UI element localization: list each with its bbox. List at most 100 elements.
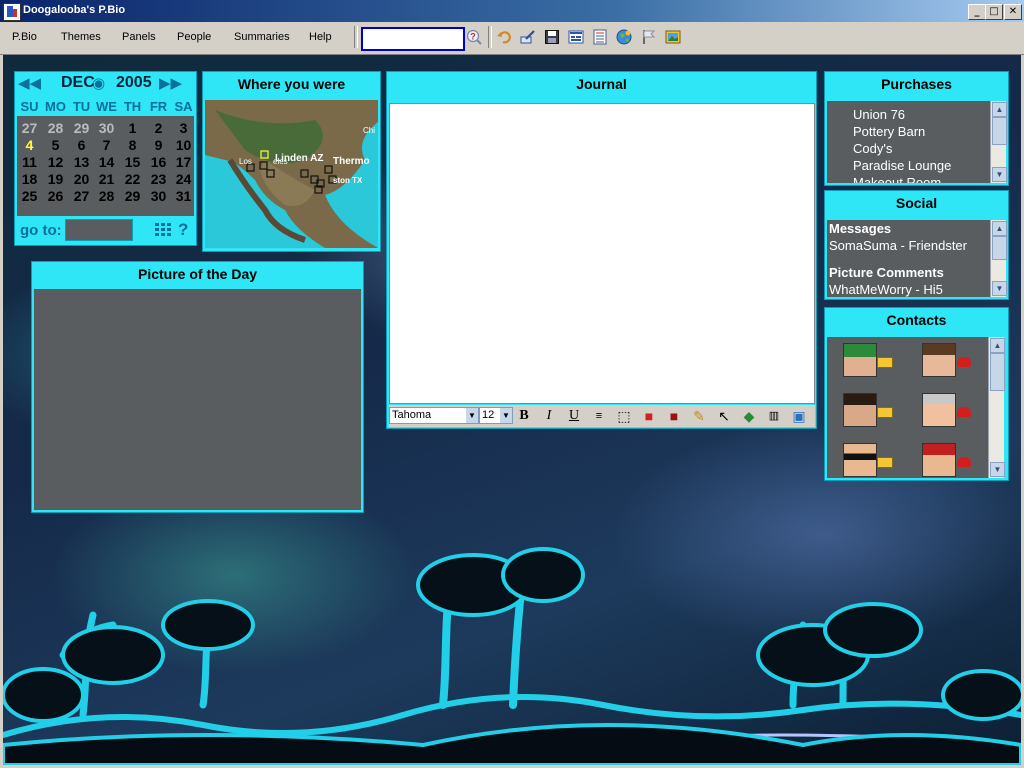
- calendar-day[interactable]: 21: [94, 171, 119, 187]
- avatar[interactable]: [843, 343, 877, 377]
- scroll-up-icon[interactable]: ▲: [990, 338, 1005, 353]
- grid-view-icon[interactable]: [155, 223, 171, 237]
- cursor-icon[interactable]: ↖: [714, 407, 734, 425]
- calendar-day-today[interactable]: 4: [17, 137, 42, 153]
- scroll-down-icon[interactable]: ▼: [992, 281, 1007, 296]
- calendar-day[interactable]: 14: [94, 154, 119, 170]
- insert-image-icon[interactable]: ▣: [789, 407, 809, 425]
- purchase-item[interactable]: Cody's: [853, 141, 892, 156]
- scroll-thumb[interactable]: [992, 117, 1007, 145]
- italic-button[interactable]: I: [539, 407, 559, 425]
- calendar-help-button[interactable]: ?: [178, 220, 188, 240]
- scroll-thumb[interactable]: [992, 236, 1007, 260]
- avatar[interactable]: [922, 343, 956, 377]
- menu-summaries[interactable]: Summaries: [234, 31, 290, 43]
- social-scrollbar[interactable]: ▲ ▼: [990, 220, 1007, 297]
- font-select[interactable]: Tahoma ▼: [389, 407, 479, 424]
- menu-pbio[interactable]: P.Bio: [12, 31, 37, 43]
- calendar-day[interactable]: 25: [17, 188, 42, 204]
- calendar-day[interactable]: 3: [171, 120, 196, 136]
- purchase-item[interactable]: Makeout Room: [853, 175, 941, 183]
- select-box-icon[interactable]: ⬚: [614, 407, 634, 425]
- location-map[interactable]: Linden AZ Thermo Los eles ston TX Chi: [205, 100, 378, 248]
- message-item[interactable]: SomaSuma - Friendster: [829, 238, 967, 253]
- phone-icon[interactable]: [957, 457, 971, 467]
- highlight-icon[interactable]: ■: [664, 407, 684, 425]
- calendar-prev-button[interactable]: ◀◀: [18, 74, 41, 92]
- menu-people[interactable]: People: [177, 31, 211, 43]
- calendar-day[interactable]: 30: [146, 188, 171, 204]
- calendar-day[interactable]: 1: [120, 120, 145, 136]
- calendar-day[interactable]: 23: [146, 171, 171, 187]
- email-icon[interactable]: [877, 457, 893, 468]
- calendar-icon[interactable]: [592, 29, 608, 45]
- purchase-item[interactable]: Union 76: [853, 107, 905, 122]
- calendar-day[interactable]: 15: [120, 154, 145, 170]
- font-size-select[interactable]: 12 ▼: [479, 407, 513, 424]
- globe-icon[interactable]: [616, 29, 632, 45]
- calendar-day[interactable]: 22: [120, 171, 145, 187]
- purchase-item[interactable]: Pottery Barn: [853, 124, 925, 139]
- save-icon[interactable]: [544, 29, 560, 45]
- strikethrough-icon[interactable]: ≡: [589, 407, 609, 425]
- calendar-next-button[interactable]: ▶▶: [159, 74, 182, 92]
- calendar-day[interactable]: 17: [171, 154, 196, 170]
- menu-panels[interactable]: Panels: [122, 31, 156, 43]
- calendar-day-other-month[interactable]: 30: [94, 120, 119, 136]
- calendar-day[interactable]: 28: [94, 188, 119, 204]
- undo-icon[interactable]: [496, 29, 512, 45]
- contacts-scrollbar[interactable]: ▲ ▼: [988, 337, 1005, 478]
- underline-button[interactable]: U: [564, 407, 584, 425]
- picture-icon[interactable]: [665, 29, 681, 45]
- minimize-button[interactable]: _: [968, 4, 986, 20]
- calendar-month[interactable]: DEC: [61, 74, 95, 92]
- email-icon[interactable]: [877, 357, 893, 368]
- calendar-year[interactable]: 2005: [116, 74, 152, 92]
- calendar-day[interactable]: 29: [120, 188, 145, 204]
- scroll-down-icon[interactable]: ▼: [990, 462, 1005, 477]
- calendar-day[interactable]: 16: [146, 154, 171, 170]
- phone-icon[interactable]: [957, 357, 971, 367]
- search-input[interactable]: [361, 27, 465, 51]
- pencil-icon[interactable]: ✎: [689, 407, 709, 425]
- menu-themes[interactable]: Themes: [61, 31, 101, 43]
- email-icon[interactable]: [877, 407, 893, 418]
- scroll-up-icon[interactable]: ▲: [992, 221, 1007, 236]
- avatar[interactable]: [922, 393, 956, 427]
- text-color-icon[interactable]: ■: [639, 407, 659, 425]
- calendar-day[interactable]: 13: [69, 154, 94, 170]
- edit-icon[interactable]: [520, 29, 536, 45]
- calendar-day[interactable]: 19: [43, 171, 68, 187]
- calendar-day-other-month[interactable]: 29: [69, 120, 94, 136]
- emoticon-icon[interactable]: ◆: [739, 407, 759, 425]
- calendar-day[interactable]: 2: [146, 120, 171, 136]
- scroll-down-icon[interactable]: ▼: [992, 167, 1007, 182]
- menu-help[interactable]: Help: [309, 31, 332, 43]
- phone-icon[interactable]: [957, 407, 971, 417]
- picture-area[interactable]: [34, 289, 361, 510]
- calendar-day[interactable]: 9: [146, 137, 171, 153]
- scroll-up-icon[interactable]: ▲: [992, 102, 1007, 117]
- calendar-day[interactable]: 26: [43, 188, 68, 204]
- app-icon[interactable]: [3, 3, 21, 21]
- calendar-today-icon[interactable]: ◉: [92, 74, 105, 92]
- layout-icon[interactable]: [568, 29, 584, 45]
- maximize-button[interactable]: □: [985, 4, 1003, 20]
- calendar-day-other-month[interactable]: 28: [43, 120, 68, 136]
- table-icon[interactable]: ▥: [764, 407, 784, 425]
- calendar-day[interactable]: 20: [69, 171, 94, 187]
- calendar-day[interactable]: 11: [17, 154, 42, 170]
- search-help-icon[interactable]: ?: [466, 29, 482, 45]
- comment-item[interactable]: WhatMeWorry - Hi5: [829, 282, 943, 297]
- purchase-item[interactable]: Paradise Lounge: [853, 158, 951, 173]
- avatar[interactable]: [843, 393, 877, 427]
- avatar[interactable]: [922, 443, 956, 477]
- calendar-day[interactable]: 5: [43, 137, 68, 153]
- calendar-day[interactable]: 8: [120, 137, 145, 153]
- close-button[interactable]: ✕: [1004, 4, 1022, 20]
- calendar-day[interactable]: 24: [171, 171, 196, 187]
- purchases-scrollbar[interactable]: ▲ ▼: [990, 101, 1007, 183]
- calendar-day[interactable]: 6: [69, 137, 94, 153]
- calendar-day[interactable]: 31: [171, 188, 196, 204]
- journal-editor[interactable]: [389, 103, 815, 404]
